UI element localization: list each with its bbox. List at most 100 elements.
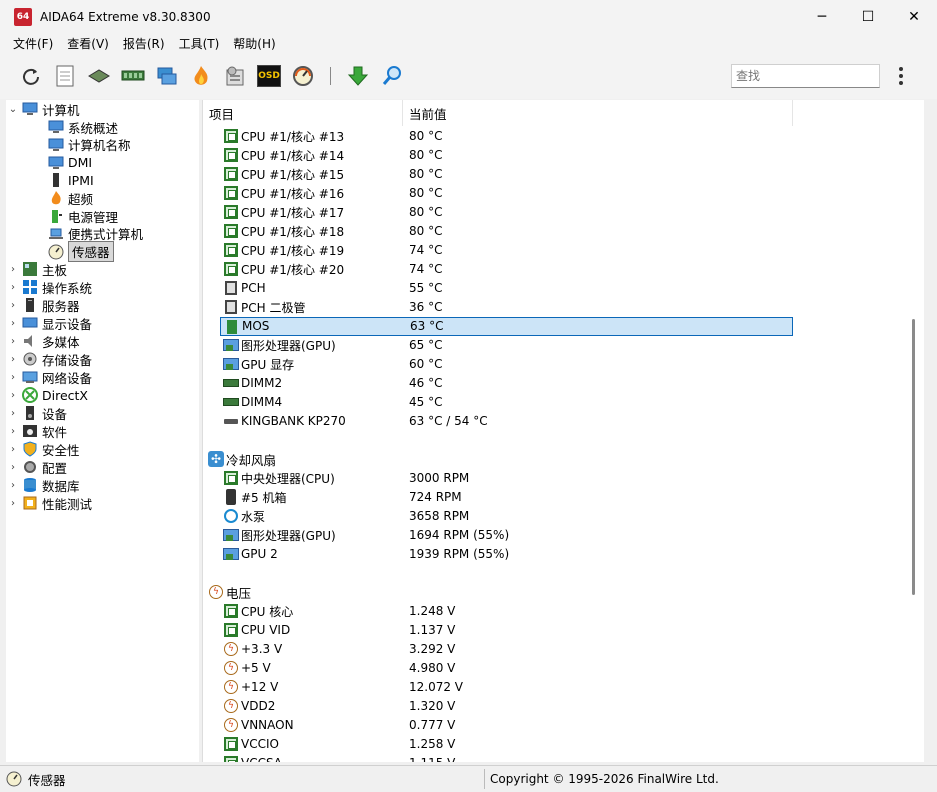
sensor-row[interactable]: CPU #1/核心 #17 80 °C — [203, 203, 924, 222]
menu-help[interactable]: 帮助(H) — [226, 35, 282, 52]
sensor-row[interactable]: DIMM4 45 °C — [203, 393, 924, 412]
memory-icon[interactable] — [120, 63, 146, 89]
tree-item-benchmark[interactable]: › 性能测试 — [8, 494, 92, 512]
tree-item-sensor[interactable]: 传感器 — [44, 241, 114, 263]
menu-report[interactable]: 报告(R) — [116, 35, 172, 52]
sensor-row[interactable]: ϟ VNNAON 0.777 V — [203, 716, 924, 735]
expand-arrow-icon[interactable]: › — [8, 426, 18, 437]
tree-item-multimedia[interactable]: › 多媒体 — [8, 332, 80, 350]
expand-arrow-icon[interactable]: › — [8, 408, 18, 419]
sensor-row[interactable]: CPU #1/核心 #18 80 °C — [203, 222, 924, 241]
expand-arrow-icon[interactable]: › — [8, 444, 18, 455]
tree-item-system-summary[interactable]: 系统概述 — [44, 118, 118, 136]
vertical-scrollbar[interactable] — [912, 319, 915, 595]
tree-item-label: 性能测试 — [42, 496, 93, 512]
tree-item-database[interactable]: › 数据库 — [8, 476, 80, 494]
sensor-row[interactable]: GPU 2 1939 RPM (55%) — [203, 545, 924, 564]
expand-arrow-icon[interactable]: › — [8, 390, 18, 401]
menu-file[interactable]: 文件(F) — [6, 35, 60, 52]
gauge-icon[interactable] — [290, 63, 316, 89]
motherboard-icon[interactable] — [86, 63, 112, 89]
sensor-row[interactable]: CPU #1/核心 #20 74 °C — [203, 260, 924, 279]
report-icon[interactable] — [52, 63, 78, 89]
expand-arrow-icon[interactable]: › — [8, 282, 18, 293]
tree-item-directx[interactable]: › DirectX — [8, 386, 88, 404]
sensor-row[interactable]: ϟ +3.3 V 3.292 V — [203, 640, 924, 659]
menu-view[interactable]: 查看(V) — [60, 35, 116, 52]
menu-tools[interactable]: 工具(T) — [172, 35, 227, 52]
multimedia-icon — [22, 333, 38, 349]
sensor-row[interactable]: 图形处理器(GPU) 65 °C — [203, 336, 924, 355]
tree-item-display[interactable]: › 显示设备 — [8, 314, 92, 332]
sensor-row[interactable]: CPU 核心 1.248 V — [203, 602, 924, 621]
toolbar: OSD — [0, 53, 937, 99]
sensor-row[interactable]: MOS 63 °C — [220, 316, 793, 336]
collapse-arrow-icon[interactable]: ⌄ — [8, 104, 18, 115]
column-item-header[interactable]: 项目 — [203, 100, 403, 126]
network-icon[interactable] — [154, 63, 180, 89]
expand-arrow-icon[interactable]: › — [8, 480, 18, 491]
tree-item-network[interactable]: › 网络设备 — [8, 368, 92, 386]
sensor-row[interactable]: CPU #1/核心 #19 74 °C — [203, 241, 924, 260]
tree-item-operating-system[interactable]: › 操作系统 — [8, 278, 92, 296]
sensor-name: PCH — [241, 281, 266, 295]
tree-item-computer-name[interactable]: 计算机名称 — [44, 136, 131, 154]
sensor-row[interactable]: CPU #1/核心 #16 80 °C — [203, 184, 924, 203]
tree-item-ipmi[interactable]: IPMI — [44, 171, 94, 189]
sensor-row[interactable]: VCCSA 1.115 V — [203, 754, 924, 762]
expand-arrow-icon[interactable]: › — [8, 336, 18, 347]
maximize-button[interactable]: ☐ — [845, 0, 891, 33]
sensor-row[interactable]: CPU #1/核心 #13 80 °C — [203, 127, 924, 146]
expand-arrow-icon[interactable]: › — [8, 318, 18, 329]
minimize-button[interactable]: ─ — [799, 0, 845, 33]
sensor-row[interactable]: ϟ VDD2 1.320 V — [203, 697, 924, 716]
expand-arrow-icon[interactable]: › — [8, 462, 18, 473]
expand-arrow-icon[interactable]: › — [8, 372, 18, 383]
flame-icon[interactable] — [188, 63, 214, 89]
sensor-row[interactable]: PCH 55 °C — [203, 279, 924, 298]
tree-item-security[interactable]: › 安全性 — [8, 440, 80, 458]
sensor-row[interactable]: ϟ +12 V 12.072 V — [203, 678, 924, 697]
cpu-icon — [223, 166, 239, 182]
tree-item-label: 计算机 — [42, 102, 80, 118]
sensor-row[interactable]: CPU VID 1.137 V — [203, 621, 924, 640]
search-icon[interactable] — [379, 63, 405, 89]
download-icon[interactable] — [345, 63, 371, 89]
sensor-row[interactable]: DIMM2 46 °C — [203, 374, 924, 393]
search-input[interactable] — [731, 64, 880, 88]
close-button[interactable]: ✕ — [891, 0, 937, 33]
sensor-row[interactable]: ϟ +5 V 4.980 V — [203, 659, 924, 678]
sensor-row[interactable]: 图形处理器(GPU) 1694 RPM (55%) — [203, 526, 924, 545]
sensor-row[interactable]: CPU #1/核心 #15 80 °C — [203, 165, 924, 184]
sensor-row[interactable]: #5 机箱 724 RPM — [203, 488, 924, 507]
tree-item-label: 操作系统 — [42, 280, 93, 296]
column-value-header[interactable]: 当前值 — [403, 100, 793, 126]
expand-arrow-icon[interactable]: › — [8, 264, 18, 275]
tree-item-dmi[interactable]: DMI — [44, 154, 92, 172]
sensor-row[interactable]: 中央处理器(CPU) 3000 RPM — [203, 469, 924, 488]
tree-item-computer[interactable]: ⌄ 计算机 — [8, 100, 80, 118]
tree-item-server[interactable]: › 服务器 — [8, 296, 80, 314]
tree-item-devices[interactable]: › 设备 — [8, 404, 67, 422]
sensor-row[interactable]: KINGBANK KP270 63 °C / 54 °C — [203, 412, 924, 431]
tree-item-motherboard[interactable]: › 主板 — [8, 260, 67, 278]
tree-item-config[interactable]: › 配置 — [8, 458, 67, 476]
benchmark-icon[interactable] — [222, 63, 248, 89]
tree-item-portable-computer[interactable]: 便携式计算机 — [44, 225, 143, 243]
sensor-row[interactable]: CPU #1/核心 #14 80 °C — [203, 146, 924, 165]
expand-arrow-icon[interactable]: › — [8, 498, 18, 509]
directx-icon — [22, 387, 38, 404]
tree-item-storage[interactable]: › 存储设备 — [8, 350, 92, 368]
tree-item-overclock[interactable]: 超频 — [44, 189, 93, 207]
sensor-row[interactable]: 水泵 3658 RPM — [203, 507, 924, 526]
expand-arrow-icon[interactable]: › — [8, 300, 18, 311]
sensor-row[interactable]: GPU 显存 60 °C — [203, 355, 924, 374]
more-options-icon[interactable] — [893, 65, 909, 87]
sensor-row[interactable]: PCH 二极管 36 °C — [203, 298, 924, 317]
tree-item-power-management[interactable]: 电源管理 — [44, 207, 118, 225]
expand-arrow-icon[interactable]: › — [8, 354, 18, 365]
refresh-icon[interactable] — [18, 63, 44, 89]
tree-item-software[interactable]: › 软件 — [8, 422, 67, 440]
osd-icon[interactable]: OSD — [256, 63, 282, 89]
sensor-row[interactable]: VCCIO 1.258 V — [203, 735, 924, 754]
